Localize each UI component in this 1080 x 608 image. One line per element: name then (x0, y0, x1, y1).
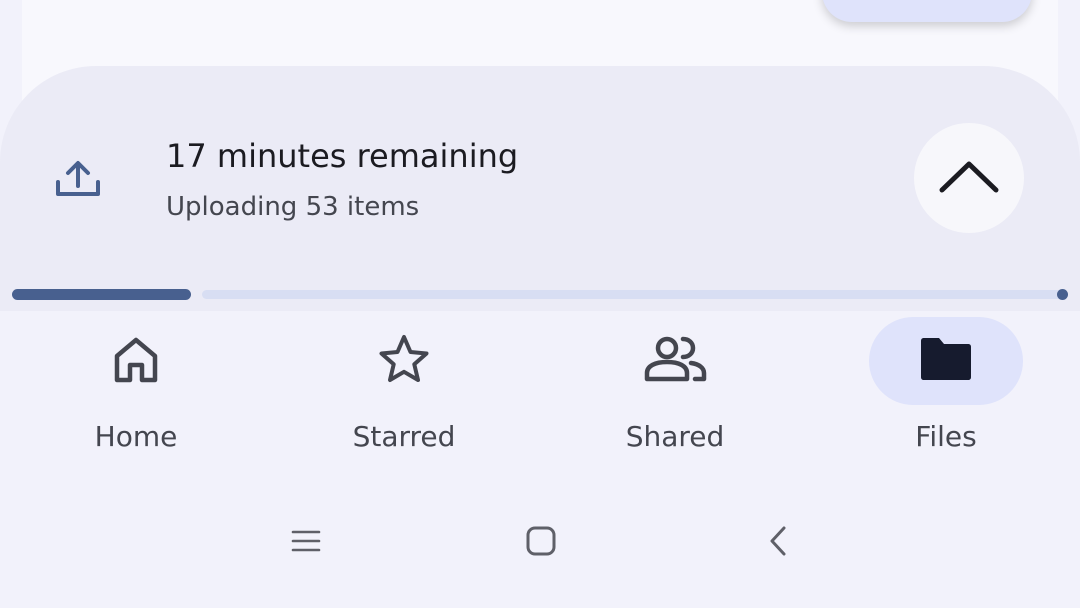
nav-item-files[interactable]: Files (826, 311, 1066, 481)
back-icon (766, 525, 790, 561)
upload-progress-fill (12, 289, 191, 300)
nav-item-home[interactable]: Home (16, 311, 256, 481)
upload-item-count: Uploading 53 items (166, 192, 420, 222)
home-system-button[interactable] (519, 521, 563, 565)
new-button[interactable] (822, 0, 1032, 22)
expand-upload-button[interactable] (914, 123, 1024, 233)
folder-icon (917, 335, 975, 387)
recent-apps-button[interactable] (284, 521, 328, 565)
back-system-button[interactable] (756, 521, 800, 565)
nav-label-home: Home (94, 420, 178, 453)
nav-item-shared[interactable]: Shared (555, 311, 795, 481)
recent-apps-icon (291, 529, 321, 557)
nav-item-starred[interactable]: Starred (284, 311, 524, 481)
nav-label-files: Files (915, 420, 977, 453)
upload-time-remaining: 17 minutes remaining (166, 137, 519, 175)
system-navigation-bar (0, 481, 1080, 608)
people-icon (643, 335, 707, 387)
nav-icon-container (59, 317, 213, 405)
bottom-navigation: Home Starred Shared Files (0, 311, 1080, 481)
nav-label-starred: Starred (352, 420, 456, 453)
star-icon (377, 333, 431, 389)
nav-label-shared: Shared (625, 420, 725, 453)
progress-end-indicator (1057, 289, 1068, 300)
home-icon (111, 334, 161, 388)
nav-icon-container (327, 317, 481, 405)
upload-icon (52, 150, 104, 202)
nav-icon-container-active (869, 317, 1023, 405)
chevron-up-icon (939, 159, 999, 197)
home-circle-icon (525, 525, 557, 561)
upload-progress-track (202, 290, 1066, 299)
nav-icon-container (598, 317, 752, 405)
